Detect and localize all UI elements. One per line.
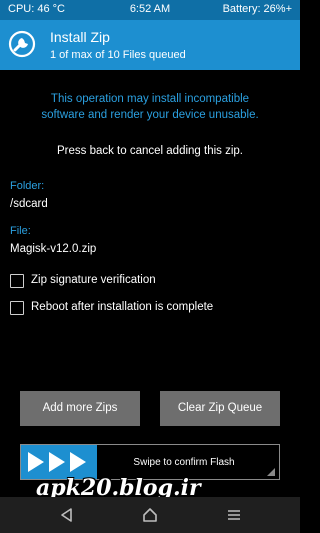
folder-label: Folder:: [10, 180, 45, 192]
home-icon[interactable]: [141, 506, 159, 524]
triple-arrow-icon: [28, 452, 86, 472]
checkbox-box[interactable]: [10, 301, 24, 315]
battery-status: Battery: 26%+: [222, 3, 292, 15]
status-bar: CPU: 46 °C 6:52 AM Battery: 26%+: [0, 0, 300, 20]
resize-corner-icon: [267, 468, 275, 476]
clear-zip-queue-button[interactable]: Clear Zip Queue: [160, 391, 280, 426]
zip-signature-checkbox[interactable]: Zip signature verification: [10, 273, 290, 289]
twrp-logo-icon: [8, 30, 36, 58]
cancel-hint: Press back to cancel adding this zip.: [56, 145, 244, 157]
back-triangle-icon[interactable]: [58, 506, 76, 524]
reboot-after-install-checkbox[interactable]: Reboot after installation is complete: [10, 300, 290, 316]
warning-line-1: This operation may install incompatible: [50, 93, 250, 105]
navigation-bar: [0, 497, 300, 533]
checkbox-box[interactable]: [10, 274, 24, 288]
menu-icon[interactable]: [225, 506, 243, 524]
page-title: Install Zip: [50, 29, 110, 45]
page-header: Install Zip 1 of max of 10 Files queued: [0, 20, 300, 70]
add-more-zips-button[interactable]: Add more Zips: [20, 391, 140, 426]
warning-message: This operation may install incompatible …: [0, 91, 300, 123]
slider-label: Swipe to confirm Flash: [133, 457, 235, 468]
reboot-after-install-label: Reboot after installation is complete: [31, 301, 214, 313]
zip-signature-label: Zip signature verification: [31, 274, 156, 286]
slider-thumb[interactable]: [21, 445, 97, 479]
file-value: Magisk-v12.0.zip: [10, 243, 97, 255]
folder-value: /sdcard: [10, 198, 48, 210]
file-label: File:: [10, 225, 31, 237]
warning-line-2: software and render your device unusable…: [41, 109, 259, 121]
queue-count: 1 of max of 10 Files queued: [50, 49, 186, 61]
